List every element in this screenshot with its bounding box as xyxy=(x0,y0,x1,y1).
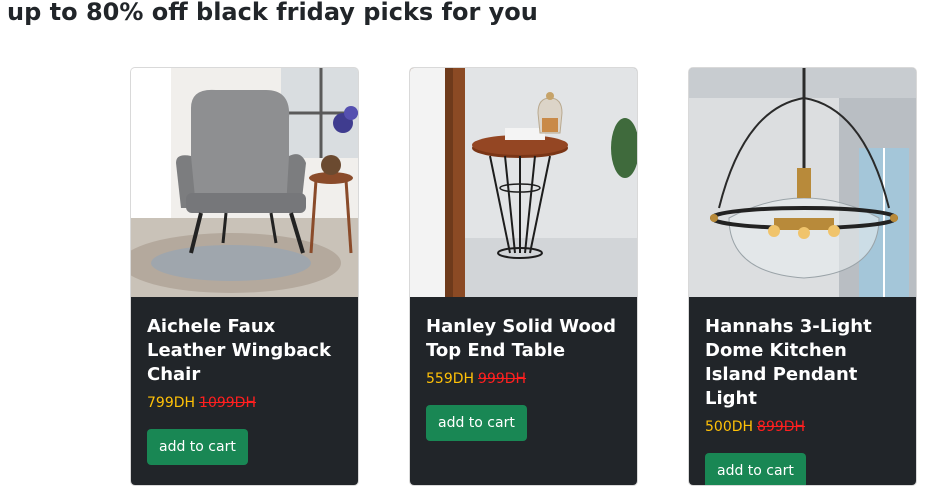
product-name: Hanley Solid Wood Top End Table xyxy=(426,316,617,361)
current-price: 799DH xyxy=(147,395,196,411)
add-to-cart-button[interactable]: add to cart xyxy=(705,453,806,485)
price-row: 799DH 1099DH xyxy=(147,393,342,413)
old-price: 1099DH xyxy=(199,395,256,411)
product-card: Hannahs 3-Light Dome Kitchen Island Pend… xyxy=(688,67,917,486)
add-to-cart-button[interactable]: add to cart xyxy=(426,405,527,441)
product-name: Aichele Faux Leather Wingback Chair xyxy=(147,316,331,385)
add-to-cart-button[interactable]: add to cart xyxy=(147,429,248,465)
current-price: 500DH xyxy=(705,419,754,435)
page-title: up to 80% off black friday picks for you xyxy=(7,0,538,26)
old-price: 899DH xyxy=(757,419,806,435)
product-card: Hanley Solid Wood Top End Table 559DH 999… xyxy=(409,67,638,486)
old-price: 999DH xyxy=(478,371,527,387)
product-image-chair[interactable] xyxy=(131,68,359,297)
product-name: Hannahs 3-Light Dome Kitchen Island Pend… xyxy=(705,316,872,409)
product-card: Aichele Faux Leather Wingback Chair 799D… xyxy=(130,67,359,486)
price-row: 500DH 899DH xyxy=(705,417,900,437)
current-price: 559DH xyxy=(426,371,475,387)
product-image-table[interactable] xyxy=(410,68,638,297)
price-row: 559DH 999DH xyxy=(426,369,621,389)
product-image-pendant-light[interactable] xyxy=(689,68,917,297)
